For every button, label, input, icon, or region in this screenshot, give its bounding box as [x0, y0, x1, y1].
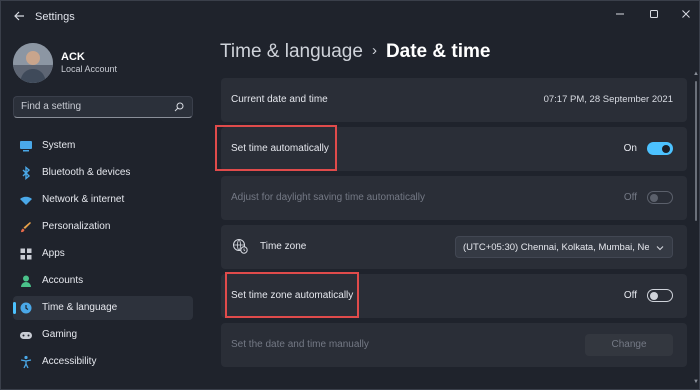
- sidebar-item-bluetooth[interactable]: Bluetooth & devices: [13, 161, 193, 185]
- minimize-button[interactable]: [605, 5, 635, 25]
- back-arrow-icon: [14, 11, 24, 21]
- sidebar-item-label: Accessibility: [42, 356, 97, 367]
- sidebar-item-label: System: [42, 140, 76, 151]
- apps-icon: [20, 248, 32, 260]
- scroll-up-arrow[interactable]: ▲: [693, 71, 699, 77]
- maximize-icon: [650, 10, 658, 18]
- sidebar-item-network[interactable]: Network & internet: [13, 188, 193, 212]
- dst-auto-toggle: [647, 191, 673, 204]
- page-title: Date & time: [385, 41, 491, 62]
- time-zone-selected: (UTC+05:30) Chennai, Kolkata, Mumbai, Ne…: [463, 242, 649, 253]
- sidebar-item-label: Accounts: [42, 275, 84, 286]
- minimize-icon: [616, 13, 624, 15]
- breadcrumb: Time & language › Date & time: [220, 41, 490, 67]
- user-name: ACK: [61, 51, 85, 63]
- maximize-button[interactable]: [639, 5, 669, 25]
- sidebar-item-accounts[interactable]: Accounts: [13, 269, 193, 293]
- search-box[interactable]: [13, 96, 193, 118]
- sidebar-item-gaming[interactable]: Gaming: [13, 323, 193, 347]
- close-icon: [682, 10, 690, 18]
- breadcrumb-parent[interactable]: Time & language: [220, 41, 363, 62]
- search-input[interactable]: [21, 101, 171, 112]
- sidebar-item-accessibility[interactable]: Accessibility: [13, 350, 193, 374]
- sidebar-item-label: Gaming: [42, 329, 78, 340]
- breadcrumb-separator: ›: [371, 42, 377, 59]
- app-title: Settings: [35, 11, 75, 23]
- bluetooth-icon: [22, 166, 31, 180]
- close-button[interactable]: [671, 5, 700, 25]
- globe-clock-icon: [233, 239, 248, 254]
- sidebar-item-label: Network & internet: [42, 194, 125, 205]
- manual-datetime-label: Set the date and time manually: [231, 339, 369, 350]
- sidebar-item-label: Personalization: [42, 221, 111, 232]
- active-indicator: [13, 302, 16, 314]
- highlight-box-set-tz-auto: [225, 272, 359, 318]
- set-time-auto-toggle[interactable]: [647, 142, 673, 155]
- dst-auto-label: Adjust for daylight saving time automati…: [231, 192, 425, 203]
- toggle-knob: [650, 193, 658, 202]
- account-type: Local Account: [61, 64, 118, 74]
- monitor-icon: [20, 141, 32, 152]
- scrollbar-thumb[interactable]: [695, 81, 697, 221]
- toggle-knob: [662, 144, 670, 153]
- user-photo: [13, 43, 53, 83]
- set-time-auto-state: On: [623, 143, 637, 154]
- avatar[interactable]: [13, 43, 53, 83]
- sidebar-item-label: Apps: [42, 248, 65, 259]
- clock-globe-icon: [20, 302, 32, 314]
- search-icon[interactable]: [174, 102, 184, 112]
- sidebar-item-apps[interactable]: Apps: [13, 242, 193, 266]
- dst-auto-state: Off: [623, 192, 637, 203]
- sidebar-item-system[interactable]: System: [13, 134, 193, 158]
- manual-datetime-card: Set the date and time manually Change: [221, 323, 687, 367]
- brush-icon: [21, 222, 31, 233]
- chevron-down-icon: [656, 246, 664, 251]
- current-datetime-value: 07:17 PM, 28 September 2021: [543, 94, 673, 105]
- gamepad-icon: [20, 332, 32, 339]
- accessibility-icon: [20, 355, 32, 369]
- scroll-down-arrow[interactable]: ▼: [693, 379, 699, 385]
- current-datetime-label: Current date and time: [231, 94, 328, 105]
- sidebar-item-personalization[interactable]: Personalization: [13, 215, 193, 239]
- set-tz-auto-toggle[interactable]: [647, 289, 673, 302]
- back-button[interactable]: [11, 9, 27, 25]
- change-button: Change: [585, 334, 673, 356]
- sidebar-item-time-language[interactable]: Time & language: [13, 296, 193, 320]
- wifi-icon: [20, 196, 32, 205]
- time-zone-label: Time zone: [260, 241, 307, 252]
- highlight-box-set-time-auto: [215, 125, 337, 171]
- title-bar: Settings: [1, 1, 700, 37]
- dst-auto-card: Adjust for daylight saving time automati…: [221, 176, 687, 220]
- sidebar-item-label: Time & language: [42, 302, 118, 313]
- toggle-knob: [650, 291, 658, 300]
- current-datetime-card: Current date and time 07:17 PM, 28 Septe…: [221, 78, 687, 122]
- time-zone-card: Time zone (UTC+05:30) Chennai, Kolkata, …: [221, 225, 687, 269]
- person-icon: [21, 275, 31, 287]
- time-zone-dropdown[interactable]: (UTC+05:30) Chennai, Kolkata, Mumbai, Ne…: [455, 236, 673, 258]
- set-tz-auto-state: Off: [623, 290, 637, 301]
- sidebar-item-label: Bluetooth & devices: [42, 167, 131, 178]
- settings-window: Settings ACK Local Account System: [0, 0, 700, 390]
